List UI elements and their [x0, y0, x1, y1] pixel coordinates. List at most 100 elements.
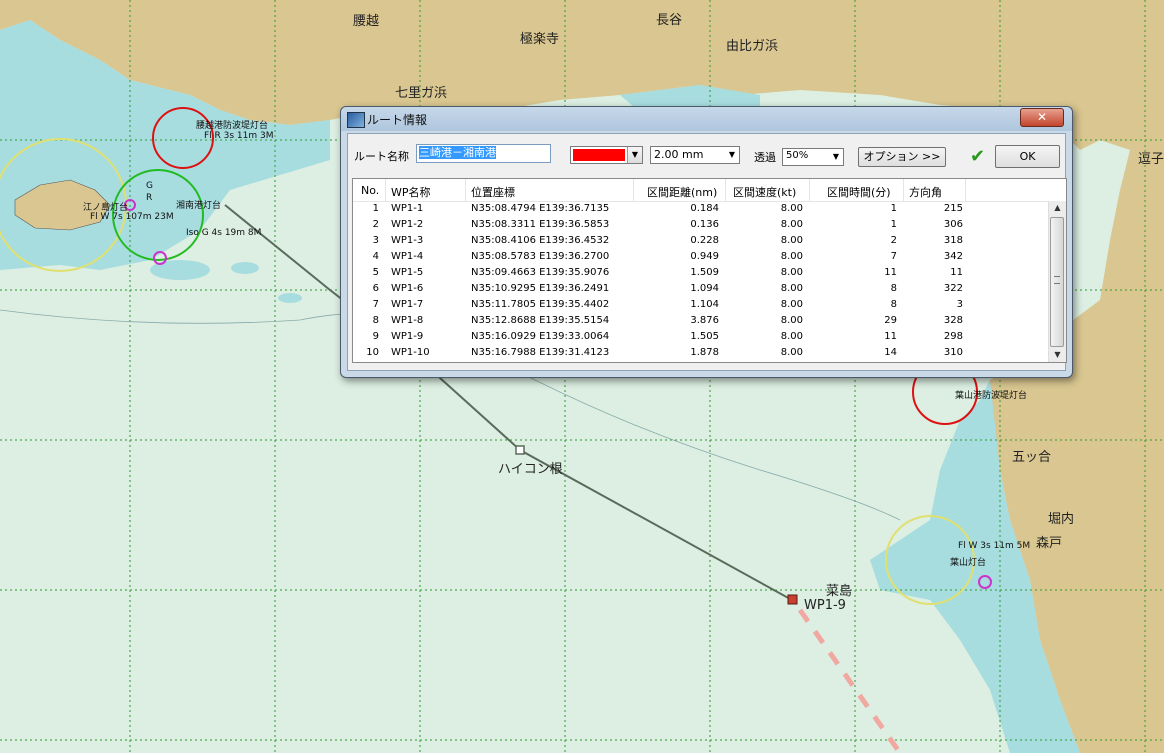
cell-speed: 8.00 [780, 267, 803, 278]
cell-bearing: 318 [943, 235, 963, 246]
route-name-label: ルート名称 [354, 150, 409, 163]
cell-bearing: 322 [943, 283, 963, 294]
table-row[interactable]: 2 WP1-2 N35:08.3311 E139:36.5853 0.136 8.00 1… [353, 217, 1049, 233]
column-header-no[interactable]: No. [361, 184, 379, 197]
light-label-hayama: 葉山灯台 [950, 558, 987, 568]
cell-time: 1 [890, 203, 897, 214]
cell-bearing: 306 [943, 219, 963, 230]
table-row[interactable]: 5 WP1-5 N35:09.4663 E139:35.9076 1.509 8.00 1… [353, 265, 1049, 281]
light-char-shonan: Iso G 4s 19m 8M [186, 228, 262, 238]
table-row[interactable]: 1 WP1-1 N35:08.4794 E139:36.7135 0.184 8.00 1… [353, 201, 1049, 217]
cell-distance: 1.878 [690, 347, 719, 358]
chevron-down-icon[interactable]: ▼ [829, 149, 843, 165]
place-label-horiuchi: 堀内 [1048, 512, 1075, 527]
cell-bearing: 298 [943, 331, 963, 342]
cell-wp-name: WP1-2 [391, 219, 424, 230]
cell-wp-name: WP1-10 [391, 347, 430, 358]
vertical-scrollbar[interactable]: ▲ ▼ [1048, 201, 1066, 362]
mark-r-label: R [146, 193, 153, 203]
cell-no: 8 [372, 315, 379, 326]
scroll-down-icon[interactable]: ▼ [1049, 348, 1066, 362]
table-row[interactable]: 6 WP1-6 N35:10.9295 E139:36.2491 1.094 8.00 8… [353, 281, 1049, 297]
cell-speed: 8.00 [780, 299, 803, 310]
dialog-titlebar[interactable]: ルート情報 ✕ [341, 107, 1072, 131]
place-label-zushi: 逗子 [1138, 152, 1164, 167]
table-row[interactable]: 4 WP1-4 N35:08.5783 E139:36.2700 0.949 8.00 7… [353, 249, 1049, 265]
cell-no: 6 [372, 283, 379, 294]
place-label-koshigoe: 腰越 [353, 14, 380, 29]
cell-no: 3 [372, 235, 379, 246]
table-row[interactable]: 10 WP1-10 N35:16.7988 E139:31.4123 1.878 8.0… [353, 345, 1049, 361]
cell-time: 11 [884, 331, 897, 342]
column-header-time[interactable]: 区間時間(分) [827, 184, 891, 200]
scroll-up-icon[interactable]: ▲ [1049, 201, 1066, 215]
transparency-select[interactable]: 50% ▼ [782, 148, 844, 166]
cell-position: N35:12.8688 E139:35.5154 [471, 315, 610, 326]
cell-time: 1 [890, 219, 897, 230]
cell-speed: 8.00 [780, 315, 803, 326]
cell-speed: 8.00 [780, 283, 803, 294]
cell-bearing: 328 [943, 315, 963, 326]
light-label-zushi: 葉山港防波堤灯台 [955, 391, 1028, 401]
place-label-haikone: ハイコン根 [498, 462, 563, 477]
chevron-down-icon[interactable]: ▼ [627, 147, 642, 163]
waypoint-label-wp1-9: WP1-9 [804, 598, 846, 613]
line-color-select[interactable]: ▼ [570, 146, 643, 164]
column-header-wp-name[interactable]: WP名称 [391, 184, 431, 200]
cell-distance: 1.104 [690, 299, 719, 310]
ok-button[interactable]: OK [995, 145, 1060, 168]
column-header-distance[interactable]: 区間距離(nm) [647, 184, 717, 200]
cell-no: 10 [366, 347, 379, 358]
waypoint-wp1-9-marker[interactable] [787, 594, 798, 605]
cell-speed: 8.00 [780, 251, 803, 262]
column-header-bearing[interactable]: 方向角 [909, 184, 942, 200]
option-button[interactable]: オプション >> [858, 147, 946, 167]
cell-speed: 8.00 [780, 331, 803, 342]
table-body: 1 WP1-1 N35:08.4794 E139:36.7135 0.184 8.00 1… [353, 201, 1049, 362]
waypoint-table[interactable]: No. WP名称 位置座標 区間距離(nm) 区間速度(kt) 区間時間(分) … [352, 178, 1067, 363]
cell-bearing: 11 [950, 267, 963, 278]
place-label-najima: 菜島 [826, 584, 853, 599]
line-width-value: 2.00 mm [654, 148, 704, 161]
cell-distance: 1.509 [690, 267, 719, 278]
cell-wp-name: WP1-8 [391, 315, 424, 326]
transparency-value: 50% [786, 150, 809, 161]
cell-distance: 1.505 [690, 331, 719, 342]
table-row[interactable]: 8 WP1-8 N35:12.8688 E139:35.5154 3.876 8.00 2… [353, 313, 1049, 329]
route-name-value: 三崎港－湘南港 [419, 146, 496, 159]
cell-position: N35:08.3311 E139:36.5853 [471, 219, 610, 230]
chevron-down-icon[interactable]: ▼ [725, 147, 739, 163]
place-label-yuigahama: 由比ガ浜 [726, 39, 779, 54]
route-info-dialog[interactable]: ルート情報 ✕ ルート名称 三崎港－湘南港 ▼ 2.00 mm ▼ 透過 50%… [340, 106, 1073, 378]
cell-time: 11 [884, 267, 897, 278]
cell-bearing: 342 [943, 251, 963, 262]
transparency-label: 透過 [754, 151, 776, 164]
dialog-title: ルート情報 [367, 113, 428, 127]
cell-no: 9 [372, 331, 379, 342]
cell-position: N35:11.7805 E139:35.4402 [471, 299, 610, 310]
app-icon [347, 112, 365, 128]
cell-wp-name: WP1-9 [391, 331, 424, 342]
cell-bearing: 310 [943, 347, 963, 358]
waypoint-marker[interactable] [515, 445, 525, 455]
scroll-thumb[interactable] [1050, 217, 1064, 347]
cell-distance: 0.184 [690, 203, 719, 214]
light-char-enoshima: Fl W 7s 107m 23M [90, 212, 174, 222]
close-button[interactable]: ✕ [1020, 108, 1064, 127]
cell-distance: 1.094 [690, 283, 719, 294]
cell-position: N35:08.5783 E139:36.2700 [471, 251, 610, 262]
cell-speed: 8.00 [780, 219, 803, 230]
column-header-speed[interactable]: 区間速度(kt) [733, 184, 796, 200]
table-row[interactable]: 7 WP1-7 N35:11.7805 E139:35.4402 1.104 8.00 8… [353, 297, 1049, 313]
shallow-patch [231, 262, 259, 274]
column-header-position[interactable]: 位置座標 [471, 184, 515, 200]
checkmark-icon: ✔ [970, 146, 986, 167]
table-row[interactable]: 9 WP1-9 N35:16.0929 E139:33.0064 1.505 8.00 1… [353, 329, 1049, 345]
cell-time: 8 [890, 283, 897, 294]
line-width-select[interactable]: 2.00 mm ▼ [650, 146, 740, 164]
table-row[interactable]: 11WP1-11N35:17.9966 E139:29.6877累計 12.46… [353, 361, 1049, 362]
cell-wp-name: WP1-3 [391, 235, 424, 246]
table-row[interactable]: 3 WP1-3 N35:08.4106 E139:36.4532 0.228 8.00 2… [353, 233, 1049, 249]
cell-position: N35:16.7988 E139:31.4123 [471, 347, 610, 358]
route-name-input[interactable]: 三崎港－湘南港 [416, 144, 551, 163]
